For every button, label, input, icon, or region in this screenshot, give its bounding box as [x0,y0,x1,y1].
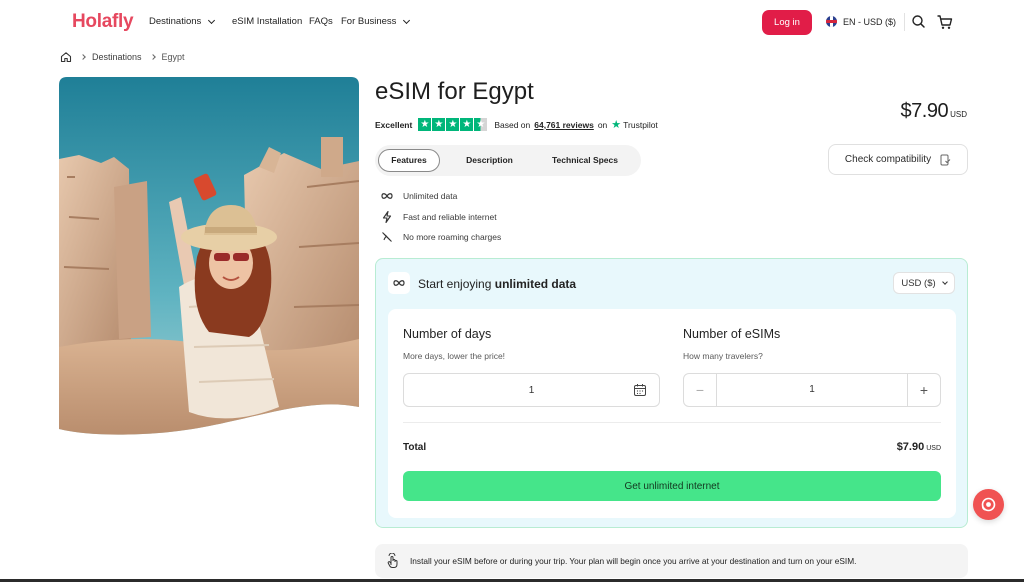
language-currency-selector[interactable]: EN - USD ($) [826,16,896,27]
trustpilot-star-icon: ★ [611,119,622,131]
home-icon[interactable] [60,51,72,63]
breadcrumb-egypt: Egypt [161,52,185,62]
chevron-down-icon [208,16,216,24]
trustpilot-rating: Excellent ★ ★ ★ ★ ★ Based on 64,761 revi… [375,118,658,131]
feature-item: No more roaming charges [380,227,501,248]
nav-faqs[interactable]: FAQs [309,16,333,27]
rating-label: Excellent [375,119,413,130]
lightning-icon [380,210,394,224]
trustpilot-label: Trustpilot [623,119,658,130]
feature-label: Fast and reliable internet [403,211,497,222]
calendar-icon[interactable] [633,383,647,397]
price-currency: USD [950,110,967,119]
feature-label: Unlimited data [403,191,458,202]
total-price: $7.90 USD [897,441,941,453]
get-unlimited-internet-button[interactable]: Get unlimited internet [403,471,941,501]
install-notice-text: Install your eSIM before or during your … [410,556,857,566]
total-currency: USD [926,445,941,452]
header-divider [904,13,905,31]
reviews-link[interactable]: 64,761 reviews [534,120,594,130]
divider [403,422,941,423]
product-tabs: Features Description Technical Specs [375,145,641,176]
rating-stars: ★ ★ ★ ★ ★ [418,118,488,131]
tab-features[interactable]: Features [378,149,440,172]
price-value: $7.90 [900,100,949,122]
nav-faqs-label: FAQs [309,16,333,27]
total-label: Total [403,442,427,453]
purchase-title-bold: unlimited data [494,277,577,291]
star-icon: ★ [418,118,432,131]
increment-button[interactable]: + [907,374,940,406]
feature-list: Unlimited data Fast and reliable interne… [380,186,501,248]
nav-for-business-label: For Business [341,16,397,27]
uk-flag-icon [826,16,837,27]
chat-support-button[interactable] [973,489,1004,520]
total-value: $7.90 [896,441,925,453]
decrement-button[interactable]: − [684,374,717,406]
days-label: Number of days [403,327,492,341]
price: $7.90 USD [901,100,967,123]
tab-description[interactable]: Description [452,149,527,172]
holafly-logo[interactable]: Holafly [72,11,134,33]
chevron-right-icon [149,54,156,60]
infinity-icon [388,272,410,294]
feature-item: Fast and reliable internet [380,207,501,228]
rating-based-on: Based on [494,119,531,130]
search-icon[interactable] [909,12,929,32]
check-compatibility-label: Check compatibility [844,154,932,165]
star-icon: ★ [446,118,460,131]
egypt-travel-photo [59,77,359,439]
login-button[interactable]: Log in [762,10,812,35]
infinity-icon [380,189,394,203]
chevron-right-icon [80,54,86,60]
breadcrumb-destinations[interactable]: Destinations [92,52,142,62]
rating-on: on [597,119,608,130]
nav-destinations-label: Destinations [149,16,202,27]
breadcrumb: Destinations Egypt [60,50,185,64]
star-icon: ★ [460,118,474,131]
site-header: Holafly Destinations eSIM Installation F… [0,0,1024,44]
days-input[interactable]: 1 [403,373,660,407]
install-notice: Install your eSIM before or during your … [375,544,968,578]
esims-label: Number of eSIMs [683,327,781,341]
hand-pointer-icon [385,552,401,569]
language-currency-label: EN - USD ($) [843,16,897,27]
esims-value[interactable]: 1 [717,374,907,406]
purchase-form: Number of days More days, lower the pric… [388,309,956,518]
currency-label: USD ($) [901,277,936,289]
days-sublabel: More days, lower the price! [403,351,506,361]
cart-icon[interactable] [935,12,955,32]
page-title: eSIM for Egypt [375,78,534,105]
purchase-card: Start enjoying unlimited data USD ($) Nu… [375,258,968,528]
feature-item: Unlimited data [380,186,501,207]
purchase-card-title: Start enjoying unlimited data [418,277,576,291]
esims-sublabel: How many travelers? [683,351,763,361]
star-icon: ★ [432,118,446,131]
esims-quantity-stepper: − 1 + [683,373,941,407]
tab-technical-specs[interactable]: Technical Specs [539,149,631,172]
feature-label: No more roaming charges [403,232,502,243]
nav-for-business[interactable]: For Business [341,16,411,27]
check-compatibility-button[interactable]: Check compatibility [828,144,968,175]
half-star-icon: ★ [474,118,488,131]
chevron-down-icon [403,16,411,24]
days-value: 1 [528,384,535,396]
currency-select[interactable]: USD ($) [893,272,955,294]
chevron-down-icon [941,278,948,285]
purchase-title-prefix: Start enjoying [418,277,492,291]
nav-esim-installation-label: eSIM Installation [232,16,303,27]
nav-destinations[interactable]: Destinations [149,16,216,27]
no-roaming-icon [380,230,394,244]
phone-check-icon [939,154,951,166]
nav-esim-installation[interactable]: eSIM Installation [232,16,302,27]
